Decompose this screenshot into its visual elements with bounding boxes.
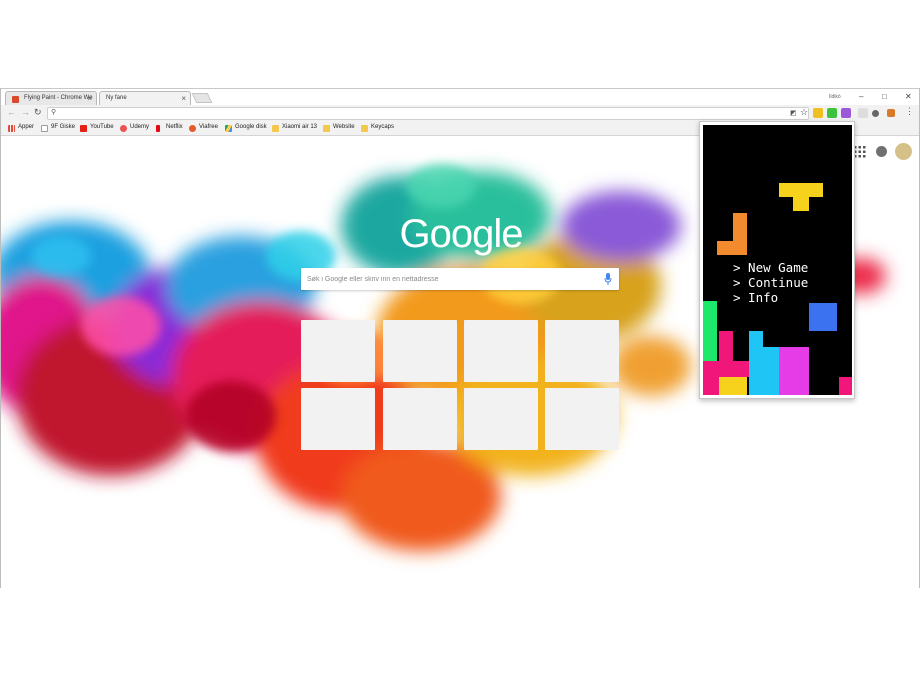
tab-close-icon[interactable]: × xyxy=(87,94,92,103)
new-tab-button[interactable] xyxy=(191,93,213,103)
reload-icon[interactable]: ↻ xyxy=(34,107,42,118)
bookmark-xiaomi-air-13[interactable]: Xiaomi air 13 xyxy=(272,124,317,132)
extension-icon[interactable] xyxy=(858,108,868,118)
new-game-button[interactable]: > New Game xyxy=(733,260,808,275)
tetris-block-orange xyxy=(733,213,747,255)
search-box[interactable] xyxy=(301,268,619,290)
tetris-block-magenta xyxy=(779,347,809,395)
tetris-block-cyan xyxy=(749,331,763,395)
most-visited-tile[interactable] xyxy=(545,320,619,382)
lightbulb-extension-icon[interactable] xyxy=(872,110,879,117)
tab-title: Ny fane xyxy=(106,95,127,101)
tetris-block-orange xyxy=(717,241,733,255)
most-visited-tile[interactable] xyxy=(301,388,375,450)
tab-strip: Flying Paint - Chrome We × Ny fane × Ild… xyxy=(1,88,919,106)
continue-button[interactable]: > Continue xyxy=(733,275,808,290)
drive-icon xyxy=(225,125,232,132)
tetris-block-pink xyxy=(839,377,852,395)
tab-close-icon[interactable]: × xyxy=(181,94,186,103)
folder-icon xyxy=(272,125,279,132)
most-visited-tile[interactable] xyxy=(301,320,375,382)
extension-icon[interactable] xyxy=(827,108,837,118)
google-apps-icon[interactable] xyxy=(854,146,866,158)
notifications-icon[interactable] xyxy=(876,146,887,157)
close-window-icon[interactable]: ✕ xyxy=(905,92,912,101)
tab-new-tab[interactable]: Ny fane × xyxy=(99,91,191,106)
youtube-icon xyxy=(80,125,87,132)
tetris-menu: > New Game > Continue > Info xyxy=(733,260,808,305)
most-visited-tile[interactable] xyxy=(383,320,457,382)
tetris-block-green xyxy=(703,301,717,361)
bookmark-9f-giske[interactable]: 9F Giske xyxy=(41,124,75,132)
search-icon: ⚲ xyxy=(51,109,57,116)
info-button[interactable]: > Info xyxy=(733,290,808,305)
tetris-extension-icon[interactable] xyxy=(841,108,851,118)
address-bar[interactable]: ⚲ ◩ ☆ xyxy=(47,107,809,120)
netflix-icon xyxy=(156,125,160,132)
bookmark-viafree[interactable]: Viafree xyxy=(189,124,218,132)
bookmark-apper[interactable]: Apper xyxy=(8,124,34,132)
tetris-extension-popup: > New Game > Continue > Info xyxy=(699,121,855,399)
search-input[interactable] xyxy=(307,270,597,288)
tab-title: Flying Paint - Chrome We xyxy=(24,95,93,101)
page-icon xyxy=(41,125,48,132)
most-visited-tile[interactable] xyxy=(545,388,619,450)
bookmark-google-disk[interactable]: Google disk xyxy=(225,124,267,132)
tab-flying-paint[interactable]: Flying Paint - Chrome We × xyxy=(5,91,97,106)
minimize-icon[interactable]: – xyxy=(859,92,863,101)
most-visited-tile[interactable] xyxy=(464,320,538,382)
google-logo: Google xyxy=(399,212,524,256)
browser-window: Flying Paint - Chrome We × Ny fane × Ild… xyxy=(0,88,920,588)
tetris-block-yellow xyxy=(719,377,747,395)
bookmark-netflix[interactable]: Netflix xyxy=(156,124,183,132)
viafree-icon xyxy=(189,125,196,132)
back-icon[interactable]: ← xyxy=(7,107,16,117)
udemy-icon xyxy=(120,125,127,132)
bookmark-website[interactable]: Website xyxy=(323,124,355,132)
browser-toolbar: ← → ↻ ⚲ ◩ ☆ ⋮ xyxy=(1,105,919,122)
tetris-block-pink xyxy=(733,361,749,377)
bookmark-youtube[interactable]: YouTube xyxy=(80,124,114,132)
avatar[interactable] xyxy=(895,143,912,160)
microphone-icon[interactable] xyxy=(604,273,612,285)
extension-icon[interactable] xyxy=(813,108,823,118)
translate-icon[interactable]: ◩ xyxy=(790,109,797,117)
bookmark-keycaps[interactable]: Keycaps xyxy=(361,124,394,132)
extension-icon[interactable] xyxy=(887,109,895,117)
tetris-block-blue xyxy=(809,303,837,331)
bookmark-star-icon[interactable]: ☆ xyxy=(800,107,808,118)
tetris-block-pink xyxy=(719,331,733,377)
paint-favicon-icon xyxy=(12,96,19,103)
maximize-icon[interactable]: □ xyxy=(882,92,887,101)
tetris-block-cyan xyxy=(763,347,779,395)
forward-icon[interactable]: → xyxy=(21,107,30,117)
folder-icon xyxy=(361,125,368,132)
tetris-game-board: > New Game > Continue > Info xyxy=(703,125,852,395)
tetris-block-yellow xyxy=(779,183,823,197)
profile-name[interactable]: Ildikó xyxy=(829,94,841,100)
tetris-block-yellow xyxy=(793,197,809,211)
most-visited-tile[interactable] xyxy=(383,388,457,450)
bookmark-udemy[interactable]: Udemy xyxy=(120,124,149,132)
apps-grid-icon xyxy=(8,125,15,132)
folder-icon xyxy=(323,125,330,132)
menu-icon[interactable]: ⋮ xyxy=(905,106,914,117)
most-visited-tile[interactable] xyxy=(464,388,538,450)
tetris-block-pink xyxy=(703,361,719,395)
